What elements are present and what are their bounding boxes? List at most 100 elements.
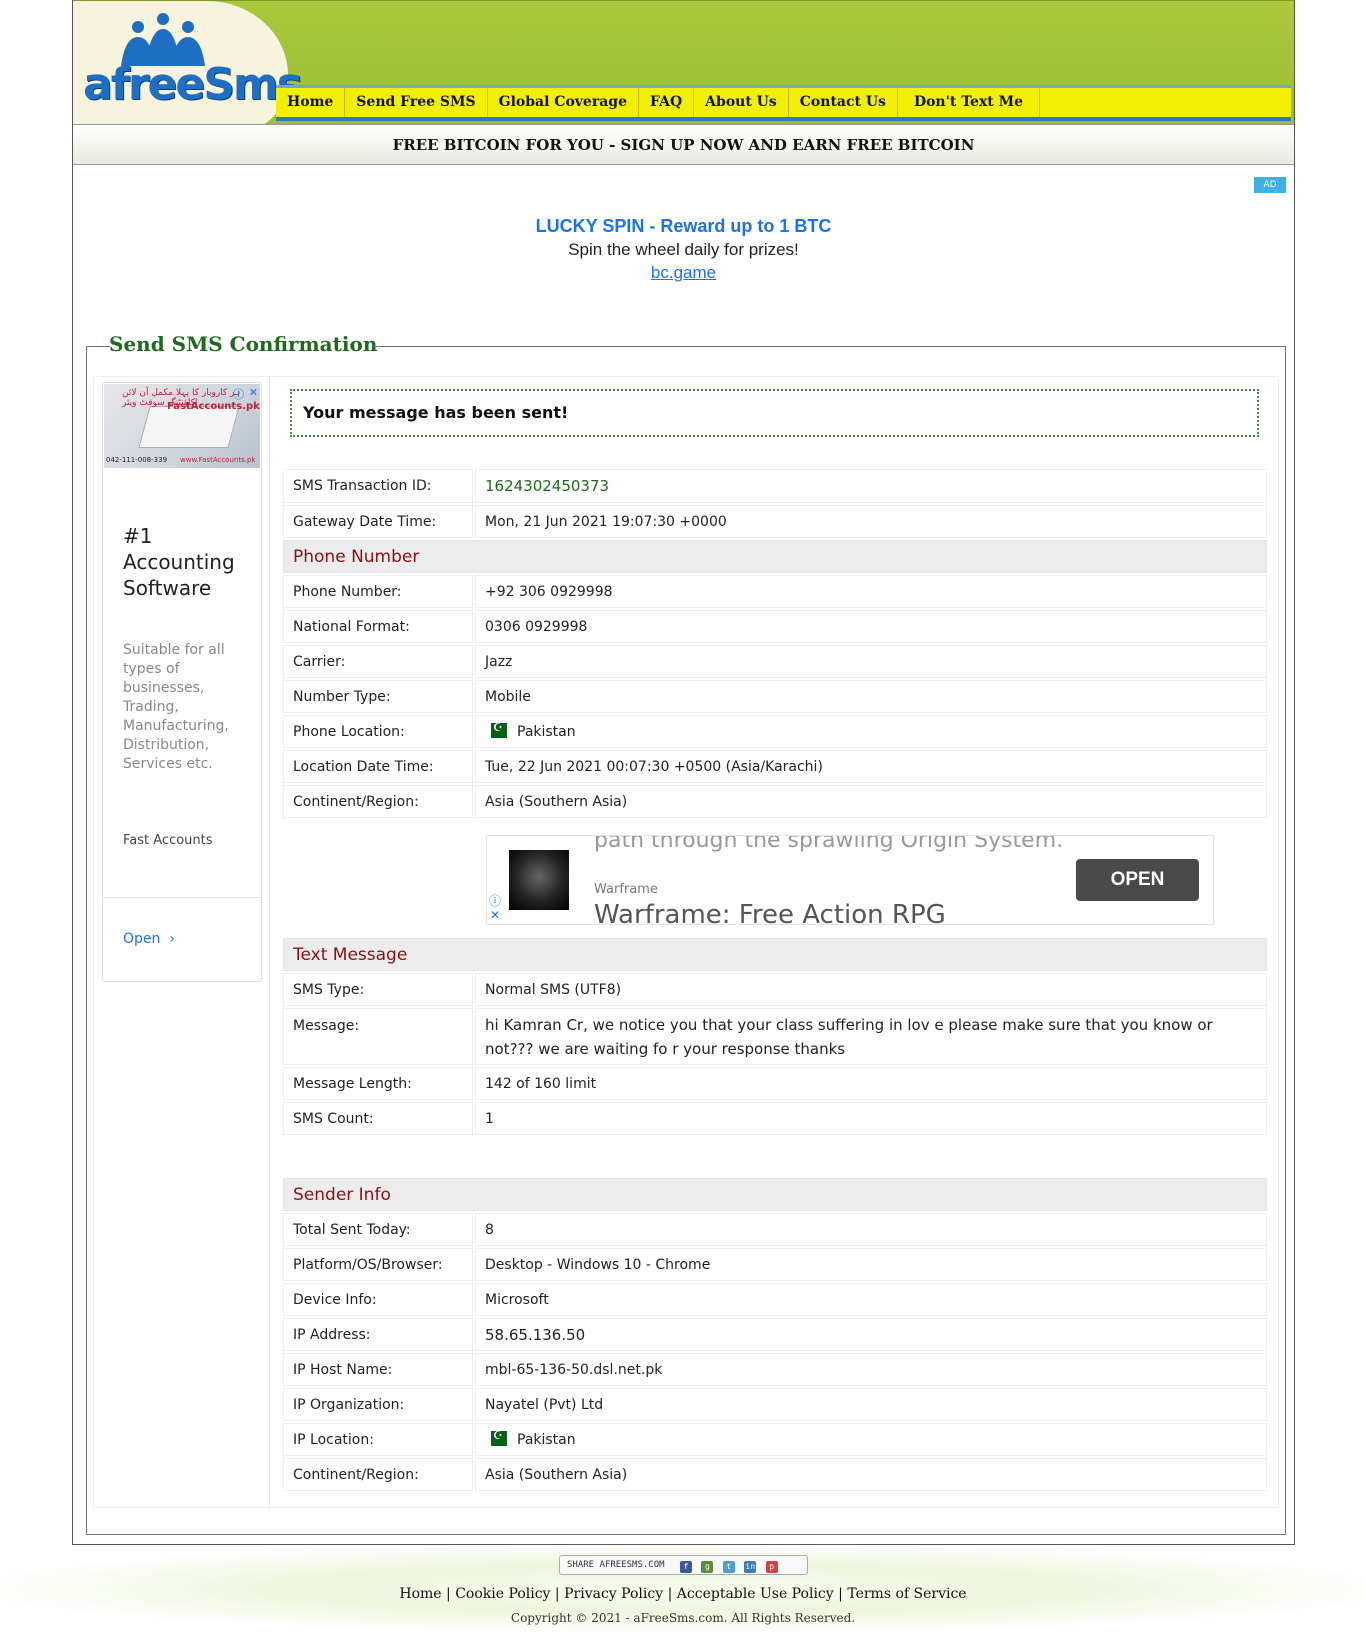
pakistan-flag-icon — [485, 721, 507, 738]
warframe-logo-icon — [509, 850, 569, 910]
table-row: IP Organization: Nayatel (Pvt) Ltd — [283, 1388, 1267, 1421]
btc-ad-title[interactable]: LUCKY SPIN - Reward up to 1 BTC — [73, 216, 1294, 237]
column-divider — [269, 376, 270, 1508]
warframe-ad-title[interactable]: Warframe: Free Action RPG — [594, 900, 946, 924]
ad-close-icon[interactable]: ✕ — [490, 908, 500, 922]
table-row: SMS Count: 1 — [283, 1102, 1267, 1135]
facebook-icon[interactable]: f — [679, 1561, 692, 1573]
warframe-banner-ad[interactable]: path through the sprawling Origin System… — [486, 835, 1214, 925]
sender-info-table: Sender Info Total Sent Today: 8 Platform… — [281, 1176, 1269, 1493]
logo-area[interactable]: afreeSms — [73, 1, 303, 129]
side-ad-description: Suitable for all types of businesses, Tr… — [123, 642, 229, 772]
warframe-ad-clipped-text: path through the sprawling Origin System… — [594, 835, 1064, 853]
nav-item-about-us[interactable]: About Us — [694, 88, 789, 117]
nav-item-faq[interactable]: FAQ — [639, 88, 695, 117]
field-value: 1624302450373 — [475, 469, 1267, 503]
field-label: Continent/Region: — [283, 1458, 473, 1491]
field-value: 8 — [475, 1213, 1267, 1246]
footer-link-cookie-policy[interactable]: Cookie Policy — [455, 1586, 550, 1602]
field-value: Desktop - Windows 10 - Chrome — [475, 1248, 1267, 1281]
google-icon[interactable]: g — [701, 1561, 714, 1573]
table-row: Continent/Region: Asia (Southern Asia) — [283, 1458, 1267, 1491]
site-header: afreeSms Home Send Free SMS Global Cover… — [73, 0, 1294, 129]
section-header: Sender Info — [283, 1178, 1267, 1211]
section-title-sender: Sender Info — [283, 1178, 1267, 1211]
side-ad-image[interactable]: ہر کاروبار کا پہلا مکمل آن لائن اکاؤنٹنگ… — [104, 384, 260, 468]
btc-ad-subtitle: Spin the wheel daily for prizes! — [568, 240, 799, 259]
table-row: Platform/OS/Browser: Desktop - Windows 1… — [283, 1248, 1267, 1281]
main-nav: Home Send Free SMS Global Coverage FAQ A… — [276, 85, 1291, 121]
sent-status: Your message has been sent! — [290, 389, 1259, 437]
field-label: Gateway Date Time: — [283, 505, 473, 538]
field-value: 58.65.136.50 — [475, 1318, 1267, 1351]
field-label: Phone Location: — [283, 715, 473, 748]
nav-item-dont-text-me[interactable]: Don't Text Me — [898, 88, 1041, 117]
field-label: Message Length: — [283, 1067, 473, 1100]
nav-item-send-free-sms[interactable]: Send Free SMS — [345, 88, 488, 117]
field-value: Nayatel (Pvt) Ltd — [475, 1388, 1267, 1421]
logo-text: afreeSms — [83, 59, 303, 110]
warframe-open-button[interactable]: OPEN — [1076, 859, 1199, 901]
table-row: Message Length: 142 of 160 limit — [283, 1067, 1267, 1100]
table-row: Number Type: Mobile — [283, 680, 1267, 713]
promo-banner[interactable]: FREE BITCOIN FOR YOU - SIGN UP NOW AND E… — [73, 124, 1294, 165]
btc-ad-link[interactable]: bc.game — [651, 263, 716, 283]
section-title-phone: Phone Number — [283, 540, 1267, 573]
field-label: SMS Transaction ID: — [283, 469, 473, 503]
transaction-id: 1624302450373 — [485, 477, 610, 495]
field-label: SMS Type: — [283, 973, 473, 1006]
table-row: SMS Type: Normal SMS (UTF8) — [283, 973, 1267, 1006]
footer-link-acceptable-use-policy[interactable]: Acceptable Use Policy — [677, 1586, 834, 1602]
field-value: Pakistan — [475, 715, 1267, 748]
field-label: Message: — [283, 1008, 473, 1065]
table-row: Total Sent Today: 8 — [283, 1213, 1267, 1246]
table-row: National Format: 0306 0929998 — [283, 610, 1267, 643]
field-value: Mobile — [475, 680, 1267, 713]
table-row: Message: hi Kamran Cr, we notice you tha… — [283, 1008, 1267, 1065]
table-row: Phone Location: Pakistan — [283, 715, 1267, 748]
chevron-right-icon: › — [164, 931, 175, 947]
transaction-table: SMS Transaction ID: 1624302450373 Gatewa… — [281, 467, 1269, 820]
side-ad[interactable]: ہر کاروبار کا پہلا مکمل آن لائن اکاؤنٹنگ… — [102, 382, 262, 982]
table-row: Carrier: Jazz — [283, 645, 1267, 678]
side-ad-divider — [103, 897, 261, 898]
text-message-table: Text Message SMS Type: Normal SMS (UTF8)… — [281, 936, 1269, 1137]
table-row: IP Location: Pakistan — [283, 1423, 1267, 1456]
field-value: Jazz — [475, 645, 1267, 678]
pinterest-icon[interactable]: p — [765, 1561, 778, 1573]
side-ad-open-link[interactable]: Open › — [123, 931, 175, 947]
ad-close-icon[interactable]: ✕ — [249, 386, 258, 399]
field-label: Continent/Region: — [283, 785, 473, 818]
nav-item-contact-us[interactable]: Contact Us — [789, 88, 898, 117]
field-label: National Format: — [283, 610, 473, 643]
copyright: Copyright © 2021 - aFreeSms.com. All Rig… — [510, 1611, 856, 1625]
table-row: Gateway Date Time: Mon, 21 Jun 2021 19:0… — [283, 505, 1267, 538]
field-value: Mon, 21 Jun 2021 19:07:30 +0000 — [475, 505, 1267, 538]
ip-location: Pakistan — [517, 1432, 576, 1448]
footer-link-privacy-policy[interactable]: Privacy Policy — [564, 1586, 663, 1602]
twitter-icon[interactable]: t — [722, 1561, 735, 1573]
table-row: Continent/Region: Asia (Southern Asia) — [283, 785, 1267, 818]
pakistan-flag-icon — [485, 1429, 507, 1446]
nav-item-global-coverage[interactable]: Global Coverage — [488, 88, 639, 117]
table-row: SMS Transaction ID: 1624302450373 — [283, 469, 1267, 503]
footer-link-terms-of-service[interactable]: Terms of Service — [847, 1586, 966, 1602]
field-value: Tue, 22 Jun 2021 00:07:30 +0500 (Asia/Ka… — [475, 750, 1267, 783]
field-label: IP Organization: — [283, 1388, 473, 1421]
footer-link-home[interactable]: Home — [399, 1586, 441, 1602]
share-bar[interactable]: SHARE AFREESMS.COM f g t in p — [559, 1555, 808, 1575]
side-ad-headline[interactable]: #1 Accounting Software — [123, 523, 253, 601]
table-row: IP Host Name: mbl-65-136-50.dsl.net.pk — [283, 1353, 1267, 1386]
warframe-ad-brand: Warframe — [594, 882, 658, 897]
table-row: IP Address: 58.65.136.50 — [283, 1318, 1267, 1351]
side-ad-brand: Fast Accounts — [123, 833, 213, 848]
field-value: Pakistan — [475, 1423, 1267, 1456]
nav-item-home[interactable]: Home — [276, 88, 346, 117]
ad-badge[interactable]: AD — [1254, 177, 1286, 193]
field-value: 142 of 160 limit — [475, 1067, 1267, 1100]
linkedin-icon[interactable]: in — [744, 1561, 757, 1573]
share-label: SHARE AFREESMS.COM — [567, 1560, 665, 1570]
field-value: Microsoft — [475, 1283, 1267, 1316]
ad-info-icon[interactable]: ⓘ — [489, 892, 501, 909]
ad-info-icon[interactable]: ⓘ — [233, 386, 244, 402]
